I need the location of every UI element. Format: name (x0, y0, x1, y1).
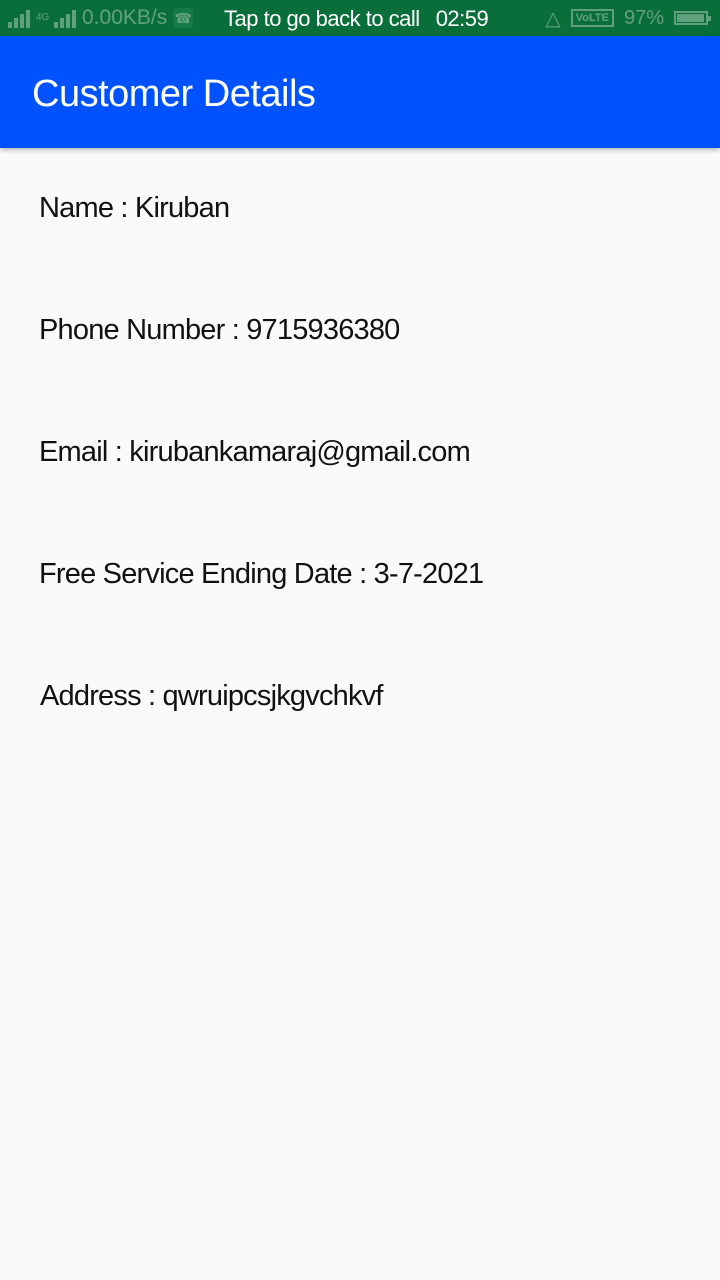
signal-icon (54, 8, 76, 28)
battery-icon (674, 11, 711, 25)
detail-phone: Phone Number : 9715936380 (39, 314, 400, 346)
call-banner[interactable]: Tap to go back to call 02:59 (224, 0, 489, 36)
mute-icon: △ (545, 7, 561, 30)
status-bar: 4G 0.00KB/s ☎ Tap to go back to call 02:5… (0, 0, 720, 36)
detail-email: Email : kirubankamaraj@gmail.com (39, 436, 471, 468)
detail-name: Name : Kiruban (39, 192, 230, 224)
battery-fill (677, 14, 705, 22)
status-time: 02:59 (435, 6, 489, 31)
status-right-group: △ VoLTE 97% (545, 0, 711, 36)
status-left-group: 4G 0.00KB/s ☎ (8, 0, 194, 36)
volte-icon: VoLTE (570, 9, 614, 27)
detail-address: Address : qwruipcsjkgvchkvf (40, 680, 383, 712)
app-bar: Customer Details (0, 36, 720, 148)
page-title: Customer Details (32, 73, 316, 115)
network-type-label: 4G (36, 12, 50, 23)
call-icon: ☎ (173, 8, 194, 28)
signal-icon (8, 8, 30, 28)
call-banner-text[interactable]: Tap to go back to call (224, 6, 420, 31)
network-speed: 0.00KB/s (82, 6, 168, 29)
detail-free-service-date: Free Service Ending Date : 3-7-2021 (39, 558, 484, 590)
battery-percent: 97% (623, 6, 664, 29)
